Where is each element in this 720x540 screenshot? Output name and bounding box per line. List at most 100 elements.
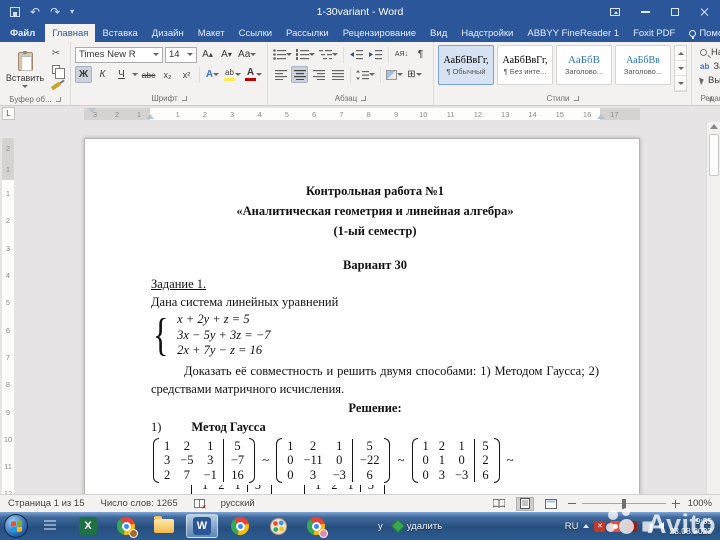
clock[interactable]: 9:35 23.08.2023 bbox=[669, 516, 716, 536]
find-button[interactable]: Найти bbox=[700, 47, 720, 58]
tab-view[interactable]: Вид bbox=[423, 24, 454, 42]
highlight-color-button[interactable]: ab bbox=[223, 66, 242, 83]
sort-button[interactable]: АЯ↓ bbox=[393, 46, 410, 63]
decrease-indent-button[interactable] bbox=[348, 46, 365, 63]
zoom-level[interactable]: 100% bbox=[688, 498, 712, 509]
taskbar-chrome-profile-button[interactable] bbox=[300, 514, 332, 538]
vertical-ruler[interactable]: 21 1 2 3 4 5 6 7 8 9 10 11 12 bbox=[2, 122, 14, 494]
clipboard-dialog-launcher-icon[interactable] bbox=[55, 97, 61, 102]
styles-scroll-up-icon[interactable] bbox=[675, 46, 686, 61]
scrollbar-thumb[interactable] bbox=[708, 134, 719, 176]
borders-button[interactable]: ⊞ bbox=[406, 66, 423, 83]
paragraph-dialog-launcher-icon[interactable] bbox=[361, 96, 367, 101]
tell-me-button[interactable]: Помощн bbox=[682, 24, 720, 42]
tab-layout[interactable]: Макет bbox=[191, 24, 232, 42]
subscript-button[interactable]: x₂ bbox=[159, 66, 176, 83]
word-count[interactable]: Число слов: 1265 bbox=[101, 498, 178, 509]
tray-alert-icon[interactable] bbox=[610, 520, 622, 532]
copy-button[interactable] bbox=[48, 63, 65, 79]
read-mode-button[interactable] bbox=[490, 497, 508, 511]
tab-review[interactable]: Рецензирование bbox=[336, 24, 423, 42]
zoom-slider[interactable] bbox=[581, 498, 666, 509]
taskbar-paint-button[interactable] bbox=[262, 514, 294, 538]
font-dialog-launcher-icon[interactable] bbox=[181, 96, 187, 101]
tab-references[interactable]: Ссылки bbox=[232, 24, 279, 42]
underline-button[interactable]: Ч bbox=[113, 66, 130, 83]
taskbar-chrome2-button[interactable] bbox=[224, 514, 256, 538]
format-painter-button[interactable] bbox=[48, 79, 64, 92]
start-button[interactable] bbox=[4, 514, 28, 538]
tab-design[interactable]: Дизайн bbox=[145, 24, 191, 42]
speaker-icon[interactable] bbox=[649, 522, 665, 530]
tab-foxit[interactable]: Foxit PDF bbox=[626, 24, 682, 42]
text-effects-button[interactable]: А bbox=[204, 66, 221, 83]
page-count[interactable]: Страница 1 из 15 bbox=[8, 498, 85, 509]
tab-abbyy[interactable]: ABBYY FineReader 1 bbox=[520, 24, 626, 42]
shading-button[interactable] bbox=[385, 66, 404, 83]
select-button[interactable]: Выделить bbox=[699, 75, 720, 86]
zoom-in-icon[interactable] bbox=[671, 499, 680, 508]
delete-shortcut[interactable]: удалить bbox=[389, 514, 446, 538]
increase-indent-button[interactable] bbox=[367, 46, 384, 63]
taskbar-excel-button[interactable]: X bbox=[72, 514, 104, 538]
zoom-slider-thumb[interactable] bbox=[621, 498, 626, 509]
tab-addins[interactable]: Надстройки bbox=[454, 24, 520, 42]
language-switcher[interactable]: RU bbox=[565, 521, 579, 532]
quick-launch-icon[interactable] bbox=[34, 514, 66, 538]
left-indent-marker[interactable] bbox=[146, 114, 154, 119]
close-button[interactable] bbox=[690, 0, 720, 24]
tray-expand-icon[interactable] bbox=[583, 524, 590, 528]
font-size-combo[interactable]: 14 bbox=[165, 46, 197, 63]
styles-scroll-down-icon[interactable] bbox=[675, 61, 686, 76]
horizontal-ruler[interactable]: L 321 1 2 3 4 5 6 7 8 9 10 11 12 13 14 15 16 17 bbox=[0, 106, 720, 122]
align-right-button[interactable] bbox=[310, 66, 327, 83]
taskbar-chrome-button[interactable] bbox=[110, 514, 142, 538]
paste-button[interactable]: Вставить bbox=[4, 45, 46, 94]
tab-home[interactable]: Главная bbox=[45, 24, 96, 42]
tray-antivirus-icon[interactable] bbox=[594, 520, 606, 532]
font-name-combo[interactable]: Times New R bbox=[75, 46, 163, 63]
align-center-button[interactable] bbox=[291, 66, 308, 83]
multilevel-list-button[interactable] bbox=[318, 46, 339, 63]
tray-app-icon[interactable] bbox=[626, 520, 638, 532]
taskbar-word-button[interactable]: W bbox=[186, 514, 218, 538]
zoom-out-icon[interactable] bbox=[567, 502, 576, 505]
minimize-button[interactable] bbox=[630, 0, 660, 24]
styles-dialog-launcher-icon[interactable] bbox=[573, 96, 579, 101]
vertical-scrollbar[interactable] bbox=[706, 122, 720, 494]
bullets-button[interactable] bbox=[272, 46, 293, 63]
scroll-up-icon[interactable] bbox=[710, 124, 718, 129]
change-case-button[interactable]: Аа bbox=[237, 46, 257, 63]
show-marks-button[interactable]: ¶ bbox=[412, 46, 429, 63]
replace-button[interactable]: abЗаменить bbox=[700, 61, 720, 72]
tab-mailings[interactable]: Рассылки bbox=[279, 24, 336, 42]
document-page[interactable]: Контрольная работа №1 «Аналитическая гео… bbox=[84, 138, 640, 494]
style-no-spacing[interactable]: АаБбВвГг, ¶ Без инте... bbox=[497, 45, 553, 85]
print-layout-button[interactable] bbox=[515, 496, 534, 511]
font-color-button[interactable]: А bbox=[244, 66, 263, 83]
bold-button[interactable]: Ж bbox=[75, 66, 92, 83]
style-heading2[interactable]: АаБбВв Заголово... bbox=[615, 45, 671, 85]
justify-button[interactable] bbox=[329, 66, 346, 83]
style-normal[interactable]: АаБбВвГг, ¶ Обычный bbox=[438, 45, 494, 85]
style-heading1[interactable]: АаБбВ Заголово... bbox=[556, 45, 612, 85]
right-indent-marker[interactable] bbox=[597, 114, 605, 119]
web-layout-button[interactable] bbox=[542, 497, 560, 511]
strikethrough-button[interactable]: abc bbox=[140, 66, 157, 83]
maximize-button[interactable] bbox=[660, 0, 690, 24]
shrink-font-button[interactable]: А ▾ bbox=[218, 46, 235, 63]
italic-button[interactable]: К bbox=[94, 66, 111, 83]
cut-button[interactable]: ✂ bbox=[48, 47, 64, 60]
align-left-button[interactable] bbox=[272, 66, 289, 83]
collapse-ribbon-icon[interactable]: ∧ bbox=[708, 94, 714, 103]
ribbon-display-options-button[interactable] bbox=[600, 0, 630, 24]
first-line-indent-marker[interactable] bbox=[88, 108, 96, 113]
numbering-button[interactable] bbox=[295, 46, 316, 63]
save-icon[interactable] bbox=[10, 7, 20, 17]
tab-file[interactable]: Файл bbox=[0, 24, 45, 42]
tab-selector[interactable]: L bbox=[2, 107, 15, 120]
taskbar-explorer-button[interactable] bbox=[148, 514, 180, 538]
proofing-icon[interactable] bbox=[193, 499, 207, 511]
line-spacing-button[interactable] bbox=[355, 66, 376, 83]
tab-insert[interactable]: Вставка bbox=[95, 24, 144, 42]
